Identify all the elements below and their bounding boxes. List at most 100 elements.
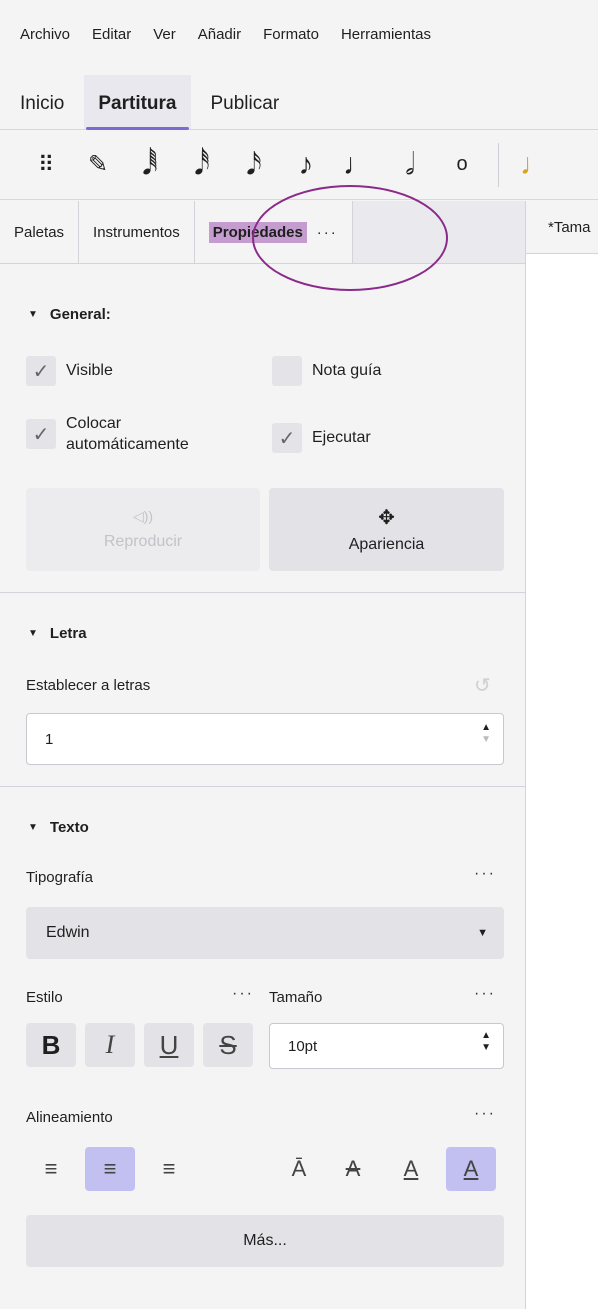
quarter-note-accent-icon[interactable]: ♩ [509, 148, 561, 182]
tab-instrumentos[interactable]: Instrumentos [79, 201, 195, 263]
apariencia-button[interactable]: ✥ Apariencia [269, 488, 504, 571]
align-baseline-icon[interactable]: A [390, 1147, 432, 1191]
font-size-stepper[interactable]: 10pt ▲ ▼ [269, 1023, 504, 1069]
tab-publicar[interactable]: Publicar [211, 93, 280, 129]
speaker-icon: ◁)) [132, 508, 154, 524]
thirty-second-note-icon[interactable]: 𝅘𝅥𝅰 [176, 148, 228, 182]
stepper-up-icon[interactable]: ▲ [481, 1030, 491, 1042]
properties-panel: Paletas Instrumentos Propiedades ··· ▼ Ge… [0, 201, 526, 1309]
reset-icon[interactable]: ↺ [474, 673, 491, 698]
visible-checkbox-row[interactable]: ✓ Visible [26, 356, 113, 386]
dropdown-arrow-icon: ▼ [477, 927, 488, 939]
tab-paletas[interactable]: Paletas [0, 201, 80, 263]
whole-note-icon[interactable]: o [436, 153, 488, 176]
texto-header[interactable]: ▼ Texto [0, 819, 525, 836]
toolbar-separator [498, 142, 499, 187]
tipografia-label: Tipografía [26, 869, 93, 886]
stepper-arrows[interactable]: ▲ ▼ [481, 722, 491, 746]
menu-ver[interactable]: Ver [153, 26, 176, 43]
establecer-letras-value: 1 [45, 730, 54, 748]
general-title: General: [49, 306, 111, 323]
tamano-label: Tamaño [269, 989, 323, 1006]
alineamiento-more-button[interactable]: ··· [474, 1105, 496, 1123]
align-center-icon[interactable]: ≡ [85, 1147, 135, 1191]
menu-formato[interactable]: Formato [263, 26, 319, 43]
collapse-triangle-icon: ▼ [28, 309, 38, 320]
note-input-toolbar: ⠿ ✎ 𝅘𝅥𝅱 𝅘𝅥𝅰 𝅘𝅥𝅯 ♪ ♩ 𝅗𝅥 o ♩ [0, 130, 598, 200]
main-tabs: Inicio Partitura Publicar [0, 68, 598, 130]
tab-instrumentos-label: Instrumentos [93, 223, 180, 241]
texto-section: ▼ Texto [0, 819, 525, 836]
ejecutar-checkbox[interactable]: ✓ [272, 423, 302, 453]
align-top-icon[interactable]: Ā [278, 1147, 320, 1191]
align-right-icon[interactable]: ≡ [148, 1147, 190, 1191]
letra-title: Letra [49, 625, 87, 642]
texto-title: Texto [49, 819, 89, 836]
tab-paletas-label: Paletas [14, 223, 65, 241]
collapse-triangle-icon: ▼ [28, 628, 38, 639]
quarter-note-icon[interactable]: ♩ [332, 148, 384, 182]
tab-inicio[interactable]: Inicio [20, 93, 64, 129]
tamano-more-button[interactable]: ··· [474, 985, 496, 1003]
tab-partitura[interactable]: Partitura [84, 75, 191, 130]
ejecutar-label: Ejecutar [312, 429, 371, 446]
estilo-more-button[interactable]: ··· [232, 985, 254, 1003]
underline-button[interactable]: U [144, 1023, 194, 1067]
colocar-checkbox-row[interactable]: ✓ Colocar automáticamente [26, 413, 189, 455]
stepper-down-icon[interactable]: ▼ [481, 734, 491, 746]
score-panel: *Tama [526, 201, 598, 1309]
letra-section: ▼ Letra [0, 625, 525, 642]
move-arrows-icon: ✥ [378, 507, 395, 529]
menu-editar[interactable]: Editar [92, 26, 131, 43]
reproducir-label: Reproducir [103, 533, 183, 550]
collapse-triangle-icon: ▼ [28, 822, 38, 833]
apariencia-label: Apariencia [348, 536, 425, 553]
sixty-fourth-note-icon[interactable]: 𝅘𝅥𝅱 [124, 148, 176, 182]
establecer-label: Establecer a letras [26, 677, 151, 694]
visible-label: Visible [66, 362, 113, 379]
eighth-note-icon[interactable]: ♪ [280, 148, 332, 182]
stepper-up-icon[interactable]: ▲ [481, 722, 491, 734]
menu-anadir[interactable]: Añadir [198, 26, 241, 43]
align-left-icon[interactable]: ≡ [30, 1147, 72, 1191]
reproducir-button[interactable]: ◁)) Reproducir [26, 488, 260, 571]
align-middle-icon[interactable]: A [332, 1147, 374, 1191]
mas-button[interactable]: Más... [26, 1215, 504, 1267]
menu-herramientas[interactable]: Herramientas [341, 26, 431, 43]
establecer-letras-stepper[interactable]: 1 ▲ ▼ [26, 713, 504, 765]
align-bottom-icon[interactable]: A [446, 1147, 496, 1191]
size-stepper-arrows[interactable]: ▲ ▼ [481, 1030, 491, 1054]
nota-guia-checkbox-row[interactable]: Nota guía [272, 356, 381, 386]
divider-letra [0, 786, 525, 787]
general-section: ▼ General: [0, 306, 525, 323]
sixteenth-note-icon[interactable]: 𝅘𝅥𝅯 [228, 148, 280, 182]
ejecutar-checkbox-row[interactable]: ✓ Ejecutar [272, 423, 371, 453]
font-dropdown[interactable]: Edwin ▼ [26, 907, 504, 959]
colocar-label-line2: automáticamente [66, 436, 189, 453]
drag-handle-icon[interactable]: ⠿ [20, 152, 72, 178]
annotation-circle [252, 185, 448, 291]
menu-archivo[interactable]: Archivo [20, 26, 70, 43]
alineamiento-label: Alineamiento [26, 1109, 113, 1126]
stepper-down-icon[interactable]: ▼ [481, 1042, 491, 1054]
italic-button[interactable]: I [85, 1023, 135, 1067]
colocar-label: Colocar automáticamente [66, 413, 189, 455]
tipografia-more-button[interactable]: ··· [474, 865, 496, 883]
general-header[interactable]: ▼ General: [0, 306, 525, 323]
nota-guia-label: Nota guía [312, 362, 382, 379]
pencil-icon[interactable]: ✎ [72, 150, 124, 179]
bold-button[interactable]: B [26, 1023, 76, 1067]
mas-label: Más... [243, 1232, 287, 1249]
font-dropdown-value: Edwin [46, 924, 90, 941]
nota-guia-checkbox[interactable] [272, 356, 302, 386]
half-note-icon[interactable]: 𝅗𝅥 [384, 148, 436, 182]
divider-general [0, 592, 525, 593]
colocar-label-line1: Colocar [66, 415, 122, 432]
font-size-value: 10pt [288, 1037, 318, 1055]
colocar-checkbox[interactable]: ✓ [26, 419, 56, 449]
strikethrough-button[interactable]: S [203, 1023, 253, 1067]
letra-header[interactable]: ▼ Letra [0, 625, 525, 642]
estilo-label: Estilo [26, 989, 63, 1006]
visible-checkbox[interactable]: ✓ [26, 356, 56, 386]
score-tab[interactable]: *Tama [526, 201, 598, 254]
